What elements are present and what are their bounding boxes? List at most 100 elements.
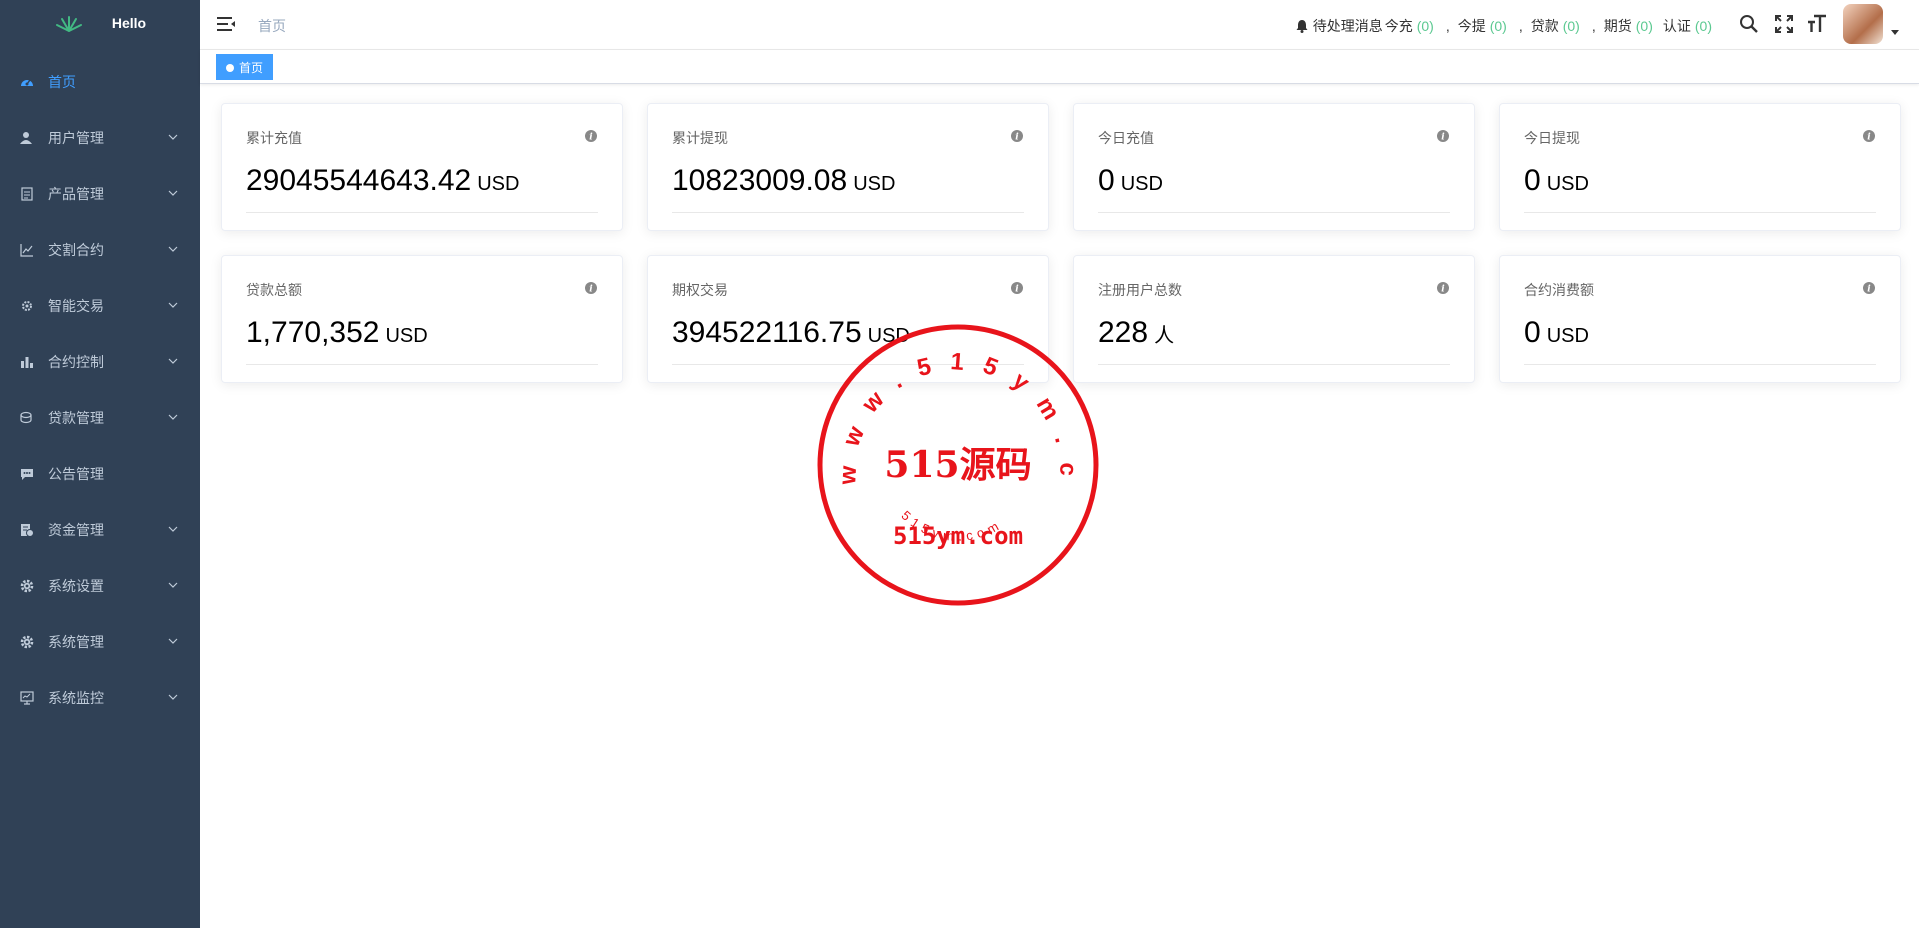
notice-verify-count[interactable]: (0) — [1695, 18, 1712, 34]
sidebar-item-system-monitor[interactable]: 系统监控 — [0, 670, 200, 726]
divider — [1098, 364, 1450, 365]
info-icon[interactable]: i — [1436, 129, 1450, 143]
divider — [672, 212, 1024, 213]
breadcrumb: 首页 — [258, 18, 286, 34]
svg-text:i: i — [1867, 133, 1871, 143]
watermark-bottom-text: 515ym.com — [899, 508, 1006, 544]
stat-card: 注册用户总数 i 228 人 — [1073, 255, 1475, 383]
sidebar-item-delivery-contracts[interactable]: 交割合约 — [0, 222, 200, 278]
pending-notices[interactable]: 待处理消息 今充 (0) , 今提 (0) , 贷款 (0) , 期货 (0) … — [1295, 16, 1716, 36]
card-number: 10823009.08 — [672, 164, 848, 197]
separator: , — [1518, 18, 1523, 34]
tag-home[interactable]: 首页 — [216, 54, 274, 80]
gear-small-icon — [20, 299, 34, 313]
divider — [672, 364, 1024, 365]
stat-card: 期权交易 i 394522116.75 USD — [647, 255, 1049, 383]
sidebar-item-label: 公告管理 — [48, 466, 104, 482]
info-icon[interactable]: i — [1010, 129, 1024, 143]
stat-card: 今日提现 i 0 USD — [1499, 103, 1901, 231]
card-number: 1,770,352 — [246, 316, 380, 349]
sidebar-item-contract-control[interactable]: 合约控制 — [0, 334, 200, 390]
notice-withdraw-count[interactable]: (0) — [1490, 18, 1507, 34]
bell-icon — [1296, 20, 1308, 33]
card-unit: USD — [1120, 173, 1163, 195]
info-icon[interactable]: i — [1436, 281, 1450, 295]
svg-text:i: i — [589, 133, 593, 143]
chevron-down-icon — [168, 694, 178, 700]
separator: , — [1591, 18, 1596, 34]
card-value: 394522116.75 USD — [672, 316, 910, 350]
svg-text:i: i — [1015, 133, 1019, 143]
info-icon[interactable]: i — [1862, 281, 1876, 295]
sidebar-item-smart-trading[interactable]: 智能交易 — [0, 278, 200, 334]
logo[interactable]: Hello — [0, 0, 200, 46]
notice-recharge-label: 今充 — [1384, 18, 1413, 34]
card-title: 累计提现 — [672, 130, 728, 146]
divider — [246, 212, 598, 213]
info-icon[interactable]: i — [584, 129, 598, 143]
notice-label: 待处理消息 — [1312, 18, 1383, 34]
notice-futures-count[interactable]: (0) — [1636, 18, 1653, 34]
sidebar-item-label: 贷款管理 — [48, 410, 104, 426]
sidebar-item-label: 交割合约 — [48, 242, 104, 258]
chevron-down-icon — [168, 526, 178, 532]
info-icon[interactable]: i — [1862, 129, 1876, 143]
sidebar-item-label: 系统监控 — [48, 690, 104, 706]
sidebar-item-label: 产品管理 — [48, 186, 104, 202]
card-unit: USD — [1546, 173, 1589, 195]
card-number: 228 — [1098, 316, 1149, 349]
card-title: 注册用户总数 — [1098, 282, 1182, 298]
logo-title: Hello — [111, 15, 147, 31]
sidebar-menu: 首页 用户管理 产品管理 交割合约 智能交易 合约控制 贷款管理 公告管理 资金… — [0, 54, 200, 726]
separator: , — [1445, 18, 1450, 34]
svg-text:i: i — [589, 285, 593, 295]
sidebar: Hello 首页 用户管理 产品管理 交割合约 智能交易 合约控制 贷款管理 公… — [0, 0, 200, 928]
card-title: 合约消费额 — [1524, 282, 1594, 298]
navbar: 首页 待处理消息 今充 (0) , 今提 (0) , 贷款 (0) , 期货 (… — [200, 0, 1919, 50]
sidebar-item-label: 系统设置 — [48, 578, 104, 594]
notice-loan-count[interactable]: (0) — [1563, 18, 1580, 34]
info-icon[interactable]: i — [584, 281, 598, 295]
chevron-down-icon — [168, 414, 178, 420]
chevron-down-icon — [168, 302, 178, 308]
fullscreen-icon[interactable] — [1773, 13, 1795, 35]
avatar[interactable] — [1843, 4, 1883, 44]
chevron-down-icon — [168, 246, 178, 252]
stat-card: 累计提现 i 10823009.08 USD — [647, 103, 1049, 231]
sidebar-item-label: 智能交易 — [48, 298, 104, 314]
logo-icon — [55, 16, 82, 32]
sidebar-item-users[interactable]: 用户管理 — [0, 110, 200, 166]
chevron-down-icon — [168, 638, 178, 644]
card-title: 累计充值 — [246, 130, 302, 146]
chevron-down-icon — [168, 134, 178, 140]
card-value: 228 人 — [1098, 316, 1174, 350]
message-icon — [20, 467, 34, 481]
caret-down-icon[interactable] — [1891, 30, 1899, 36]
card-number: 29045544643.42 — [246, 164, 472, 197]
card-unit: USD — [385, 325, 428, 347]
sidebar-item-system-management[interactable]: 系统管理 — [0, 614, 200, 670]
font-size-icon[interactable] — [1806, 13, 1828, 35]
card-title: 今日充值 — [1098, 130, 1154, 146]
info-icon[interactable]: i — [1010, 281, 1024, 295]
sidebar-item-products[interactable]: 产品管理 — [0, 166, 200, 222]
watermark-sub-text: 515ym.com — [893, 522, 1023, 550]
sidebar-item-system-settings[interactable]: 系统设置 — [0, 558, 200, 614]
sidebar-item-funds[interactable]: 资金管理 — [0, 502, 200, 558]
card-value: 0 USD — [1098, 164, 1163, 198]
notice-recharge-count[interactable]: (0) — [1417, 18, 1434, 34]
search-icon[interactable] — [1738, 13, 1760, 35]
card-unit: USD — [477, 173, 520, 195]
sidebar-item-label: 系统管理 — [48, 634, 104, 650]
svg-text:i: i — [1441, 133, 1445, 143]
sidebar-item-announcements[interactable]: 公告管理 — [0, 446, 200, 502]
sidebar-item-loans[interactable]: 贷款管理 — [0, 390, 200, 446]
dashboard-icon — [20, 75, 34, 89]
users-icon — [20, 131, 34, 145]
card-value: 10823009.08 USD — [672, 164, 895, 198]
notice-loan-label: 贷款 — [1530, 18, 1559, 34]
svg-text:i: i — [1015, 285, 1019, 295]
hamburger-icon[interactable] — [216, 14, 236, 34]
card-unit: USD — [1546, 325, 1589, 347]
sidebar-item-home[interactable]: 首页 — [0, 54, 200, 110]
